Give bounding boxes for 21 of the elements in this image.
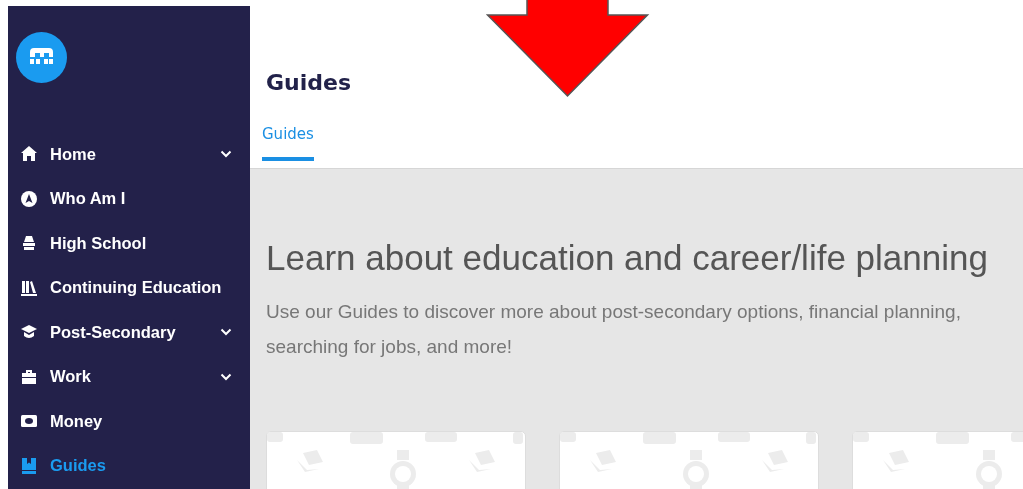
- chevron-down-icon[interactable]: [220, 150, 232, 159]
- compass-icon: [20, 189, 38, 208]
- briefcase-icon: [20, 367, 38, 386]
- sidebar-item[interactable]: Home: [16, 132, 250, 177]
- sidebar-item[interactable]: Continuing Education: [16, 265, 250, 310]
- logo-icon[interactable]: [16, 32, 67, 83]
- books-icon: [20, 278, 38, 297]
- sidebar-item[interactable]: Work: [16, 354, 250, 399]
- sidebar-item[interactable]: Guides: [16, 443, 250, 488]
- chevron-down-icon[interactable]: [220, 328, 232, 337]
- chevron-down-icon[interactable]: [220, 372, 232, 381]
- sidebar-item[interactable]: Post-Secondary: [16, 310, 250, 355]
- book-icon: [20, 456, 38, 475]
- sidebar-item[interactable]: Who Am I: [16, 176, 250, 221]
- hero-text: Use our Guides to discover more about post-secondary options, financial planning, searching for jobs, and more!: [266, 300, 962, 359]
- page-title: Guides: [266, 69, 353, 97]
- sidebar-item[interactable]: Money: [16, 399, 250, 444]
- hero-heading: Learn about education and career/life planning: [266, 238, 989, 278]
- house-icon: [20, 145, 38, 164]
- school-icon: [20, 234, 38, 253]
- sidebar-item[interactable]: High School: [16, 221, 250, 266]
